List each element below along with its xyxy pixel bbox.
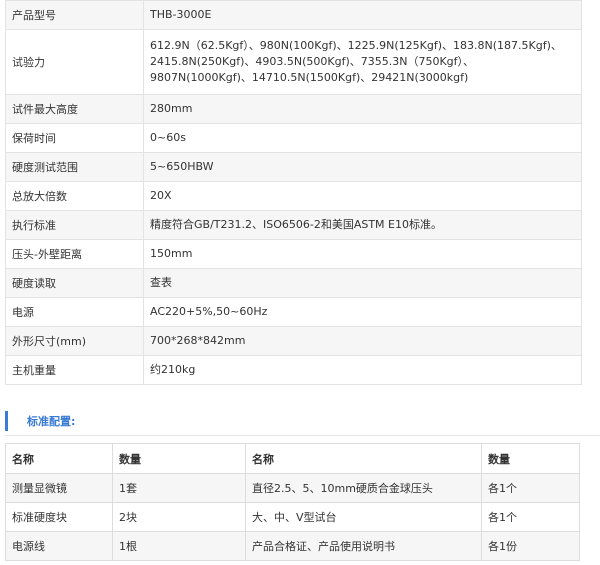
table-cell: 1套 <box>112 473 246 503</box>
spec-row: 压头-外壁距离 150mm <box>5 239 582 269</box>
table-cell: 产品合格证、产品使用说明书 <box>245 531 482 561</box>
spec-value: 查表 <box>143 268 582 298</box>
spec-label: 硬度测试范围 <box>5 152 144 182</box>
spec-label: 总放大倍数 <box>5 181 144 211</box>
table-header-row: 名称 数量 名称 数量 <box>5 443 580 474</box>
spec-value: 0~60s <box>143 123 582 153</box>
spec-value: AC220+5%,50~60Hz <box>143 297 582 327</box>
table-row: 测量显微镜 1套 直径2.5、5、10mm硬质合金球压头 各1个 <box>5 473 580 503</box>
spec-value: 约210kg <box>143 355 582 385</box>
spec-label: 主机重量 <box>5 355 144 385</box>
spec-row: 产品型号 THB-3000E <box>5 0 582 30</box>
spec-value: 精度符合GB/T231.2、ISO6506-2和美国ASTM E10标准。 <box>143 210 582 240</box>
column-header: 数量 <box>112 443 246 474</box>
spec-label: 硬度读取 <box>5 268 144 298</box>
section-heading: 标准配置: <box>5 411 75 431</box>
table-cell: 1根 <box>112 531 246 561</box>
divider <box>5 435 600 436</box>
spec-row: 电源 AC220+5%,50~60Hz <box>5 297 582 327</box>
table-cell: 直径2.5、5、10mm硬质合金球压头 <box>245 473 482 503</box>
spec-label: 电源 <box>5 297 144 327</box>
spec-row: 硬度读取 查表 <box>5 268 582 298</box>
table-cell: 测量显微镜 <box>5 473 113 503</box>
spec-value: 280mm <box>143 94 582 124</box>
spec-row: 保荷时间 0~60s <box>5 123 582 153</box>
spec-value: 612.9N（62.5Kgf）、980N(100Kgf)、1225.9N(125… <box>143 29 582 95</box>
column-header: 数量 <box>481 443 580 474</box>
spec-label: 试验力 <box>5 29 144 95</box>
table-cell: 各1个 <box>481 502 580 532</box>
spec-row: 外形尺寸(mm) 700*268*842mm <box>5 326 582 356</box>
spec-label: 外形尺寸(mm) <box>5 326 144 356</box>
config-table: 名称 数量 名称 数量 测量显微镜 1套 直径2.5、5、10mm硬质合金球压头… <box>5 443 580 561</box>
column-header: 名称 <box>245 443 482 474</box>
spec-value: THB-3000E <box>143 0 582 30</box>
section-title: 标准配置: <box>27 415 76 428</box>
spec-row: 硬度测试范围 5~650HBW <box>5 152 582 182</box>
table-cell: 标准硬度块 <box>5 502 113 532</box>
table-cell: 大、中、V型试台 <box>245 502 482 532</box>
table-row: 标准硬度块 2块 大、中、V型试台 各1个 <box>5 502 580 532</box>
spec-row: 总放大倍数 20X <box>5 181 582 211</box>
spec-row: 执行标准 精度符合GB/T231.2、ISO6506-2和美国ASTM E10标… <box>5 210 582 240</box>
spec-row: 试验力 612.9N（62.5Kgf）、980N(100Kgf)、1225.9N… <box>5 29 582 95</box>
spec-value: 5~650HBW <box>143 152 582 182</box>
spec-value: 700*268*842mm <box>143 326 582 356</box>
table-cell: 各1份 <box>481 531 580 561</box>
accent-bar <box>5 411 8 431</box>
table-cell: 2块 <box>112 502 246 532</box>
table-cell: 电源线 <box>5 531 113 561</box>
table-row: 电源线 1根 产品合格证、产品使用说明书 各1份 <box>5 531 580 561</box>
spec-label: 压头-外壁距离 <box>5 239 144 269</box>
spec-row: 主机重量 约210kg <box>5 355 582 385</box>
column-header: 名称 <box>5 443 113 474</box>
table-cell: 各1个 <box>481 473 580 503</box>
spec-value: 150mm <box>143 239 582 269</box>
spec-label: 产品型号 <box>5 0 144 30</box>
spec-table: 产品型号 THB-3000E 试验力 612.9N（62.5Kgf）、980N(… <box>5 0 582 385</box>
spec-value: 20X <box>143 181 582 211</box>
spec-label: 保荷时间 <box>5 123 144 153</box>
spec-label: 执行标准 <box>5 210 144 240</box>
spec-label: 试件最大高度 <box>5 94 144 124</box>
spec-row: 试件最大高度 280mm <box>5 94 582 124</box>
